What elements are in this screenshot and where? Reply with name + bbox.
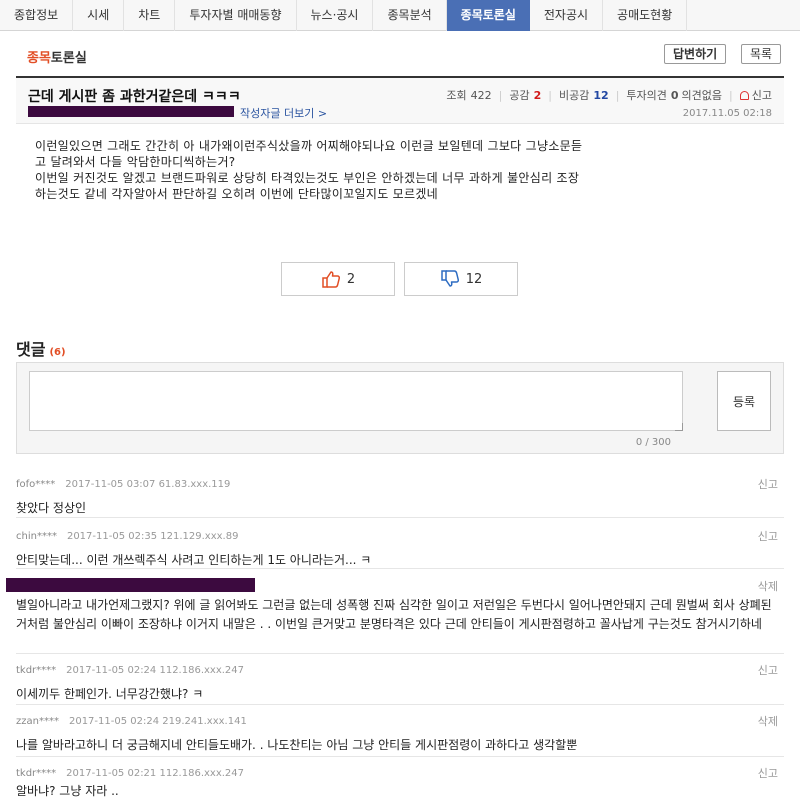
comment-delete-link[interactable]: 삭제: [758, 578, 778, 594]
tab-price[interactable]: 시세: [73, 0, 125, 31]
comment-text: 별일아니라고 내가언제그랬지? 위에 글 읽어봐도 그런글 없는데 성폭행 진짜…: [16, 598, 772, 631]
post-body-line: 하는것도 같네 각자알아서 판단하길 오히려 이번에 단타많이꼬일지도 모르겠네: [35, 187, 439, 201]
list-button[interactable]: 목록: [741, 44, 782, 64]
tab-summary[interactable]: 종합정보: [0, 0, 74, 31]
opinion-text: 의견없음: [681, 89, 723, 102]
opinion-label: 투자의견: [626, 89, 667, 102]
post-title: 근데 게시판 좀 과한거같은데 ㅋㅋㅋ: [28, 89, 241, 105]
comment-submit-button[interactable]: 등록: [717, 371, 771, 431]
comment-date-ip: 2017-11-05 02:21 112.186.xxx.247: [66, 768, 245, 779]
comment-nick: tkdr****: [16, 665, 57, 676]
dislikes-count: 12: [593, 88, 609, 102]
thumbs-up-icon: [322, 271, 340, 288]
tab-discussion[interactable]: 종목토론실: [446, 0, 530, 31]
like-count: 2: [346, 271, 356, 287]
board-title-rest: 토론실: [50, 51, 87, 66]
comment-date-ip: 2017-11-05 02:35 121.129.xxx.89: [66, 531, 239, 542]
comment-delete-link[interactable]: 삭제: [758, 713, 778, 729]
comment-nick: chin****: [16, 531, 57, 542]
comment-nick: zzan****: [16, 716, 59, 727]
post-body-line: 이번일 커진것도 알겠고 브랜드파워로 상당히 타격있는것도 부인은 안하겠는데…: [35, 171, 580, 185]
comment-text: 이세끼두 한페인가. 너무강간했냐? ㅋ: [16, 687, 204, 701]
comment-meta: fofo**** 2017-11-05 03:07 61.83.xxx.119: [16, 479, 230, 490]
comment-report-link[interactable]: 신고: [758, 765, 778, 781]
board-title: 종목토론실: [27, 47, 87, 66]
board-title-accent: 종목: [27, 51, 51, 66]
views-count: 422: [470, 88, 492, 102]
post-body-line: 고 달려와서 다들 악담한마디씩하는거?: [35, 155, 236, 169]
comment-date-ip: 2017-11-05 03:07 61.83.xxx.119: [65, 479, 231, 490]
author-redacted: [28, 106, 234, 117]
thumbs-down-icon: [440, 270, 459, 287]
dislikes-label: 비공감: [559, 89, 590, 102]
tab-news[interactable]: 뉴스·공시: [297, 0, 374, 31]
comment-nick: tkdr****: [16, 768, 57, 779]
comment-text: 알바냐? 그냥 자라 ..: [16, 784, 119, 798]
comment-text: 안티맞는데... 이런 개쓰렉주식 사려고 인티하는게 1도 아니라는거... …: [16, 553, 372, 567]
top-navigation: 종합정보 시세 차트 투자자별 매매동향 뉴스·공시 종목분석 종목토론실 전자…: [0, 0, 800, 31]
tab-short-selling[interactable]: 공매도현황: [603, 0, 688, 31]
siren-icon: [739, 90, 749, 100]
comments-count: (6): [49, 347, 66, 358]
comment-item: 삭제 별일아니라고 내가언제그랬지? 위에 글 읽어봐도 그런글 없는데 성폭행…: [6, 578, 784, 654]
comment-report-link[interactable]: 신고: [758, 528, 778, 544]
dislike-button[interactable]: 12: [404, 262, 518, 296]
views-label: 조회: [446, 89, 467, 102]
char-count: 0 / 300: [635, 437, 671, 448]
post-stats: 조회 422 | 공감 2 | 비공감 12 | 투자의견 0 의견없음 | 신…: [446, 87, 772, 103]
comment-text: 찾았다 정상인: [16, 501, 87, 515]
post-body: 이런일있으면 그래도 간간히 아 내가왜이런주식샀을까 어찌해야되나요 이런글 …: [35, 138, 765, 202]
comment-form: 등록 0 / 300: [16, 362, 784, 454]
like-button[interactable]: 2: [281, 262, 395, 296]
tab-disclosure[interactable]: 전자공시: [530, 0, 604, 31]
comments-title: 댓글 (6): [16, 336, 66, 360]
comment-input[interactable]: [29, 371, 683, 431]
comment-report-link[interactable]: 신고: [758, 662, 778, 678]
reply-button[interactable]: 답변하기: [664, 44, 727, 64]
opinion-value: 0: [670, 88, 679, 102]
comment-meta: tkdr**** 2017-11-05 02:21 112.186.xxx.247: [16, 768, 244, 779]
comment-item: tkdr**** 2017-11-05 02:21 112.186.xxx.247…: [16, 765, 784, 800]
comments-title-text: 댓글: [16, 340, 46, 359]
tab-chart[interactable]: 차트: [124, 0, 176, 31]
comment-author-redacted: [6, 578, 255, 592]
comment-item: fofo**** 2017-11-05 03:07 61.83.xxx.119 신…: [16, 476, 784, 518]
post-date: 2017.11.05 02:18: [682, 108, 772, 119]
comment-meta: chin**** 2017-11-05 02:35 121.129.xxx.89: [16, 531, 238, 542]
comment-item: chin**** 2017-11-05 02:35 121.129.xxx.89 …: [16, 528, 784, 569]
likes-count: 2: [533, 88, 542, 102]
tab-investor-trading[interactable]: 투자자별 매매동향: [175, 0, 297, 31]
post-header: 근데 게시판 좀 과한거같은데 ㅋㅋㅋ 조회 422 | 공감 2 | 비공감 …: [16, 76, 784, 124]
comment-date-ip: 2017-11-05 02:24 112.186.xxx.247: [66, 665, 245, 676]
comment-item: zzan**** 2017-11-05 02:24 219.241.xxx.141…: [16, 713, 784, 757]
dislike-count: 12: [465, 271, 483, 287]
likes-label: 공감: [509, 89, 530, 102]
tab-analysis[interactable]: 종목분석: [373, 0, 447, 31]
comment-item: tkdr**** 2017-11-05 02:24 112.186.xxx.247…: [16, 662, 784, 705]
comment-nick: fofo****: [16, 479, 56, 490]
post-body-line: 이런일있으면 그래도 간간히 아 내가왜이런주식샀을까 어찌해야되나요 이런글 …: [35, 139, 583, 153]
comment-meta: zzan**** 2017-11-05 02:24 219.241.xxx.141: [16, 716, 247, 727]
comment-report-link[interactable]: 신고: [758, 476, 778, 492]
report-link[interactable]: 신고: [752, 87, 772, 103]
comment-text: 나를 알바라고하니 더 궁금해지네 안티들도배가. . 나도찬티는 아님 그냥 …: [16, 738, 578, 752]
author-more-link[interactable]: 작성자글 더보기 >: [240, 105, 327, 121]
resize-grip-icon[interactable]: [675, 423, 683, 431]
comment-date-ip: 2017-11-05 02:24 219.241.xxx.141: [68, 716, 247, 727]
comment-meta: tkdr**** 2017-11-05 02:24 112.186.xxx.247: [16, 665, 244, 676]
